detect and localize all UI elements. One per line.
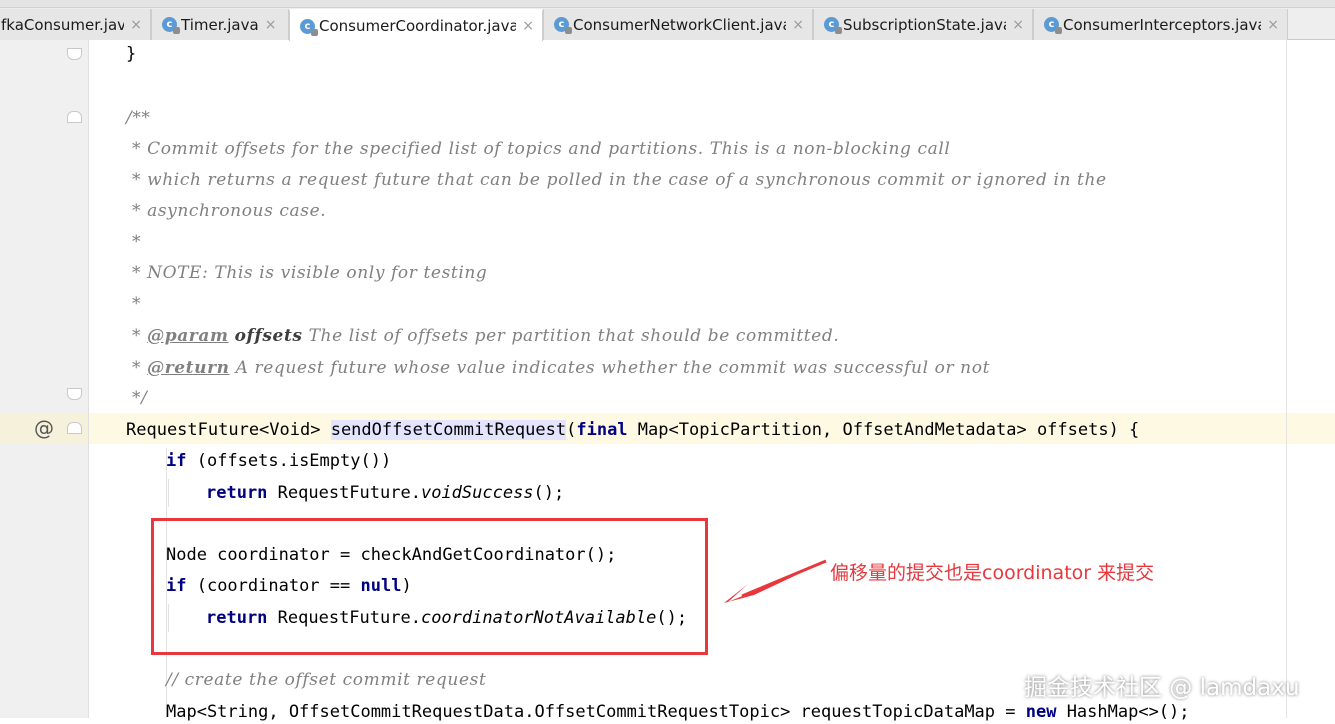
comment-prefix: * — [126, 358, 148, 378]
tab-label: SubscriptionState.java — [843, 15, 1007, 34]
annotation-arrow — [724, 559, 827, 603]
class-icon: c — [554, 17, 572, 34]
method-name[interactable]: sendOffsetCommitRequest — [330, 420, 567, 440]
tab-label: ConsumerCoordinator.java — [319, 17, 517, 35]
tab-consumer-interceptors[interactable]: c ConsumerInterceptors.java × — [1033, 9, 1288, 40]
javadoc-return-tag: @return — [147, 358, 230, 378]
close-icon[interactable]: × — [1012, 17, 1024, 33]
tab-consumer-network-client[interactable]: c ConsumerNetworkClient.java × — [543, 9, 813, 40]
keyword-return: return — [206, 483, 268, 503]
javadoc-param-line: * @param offsets The list of offsets per… — [126, 324, 839, 348]
javadoc-param-tag: @param — [147, 326, 229, 346]
comment-prefix: * — [126, 326, 148, 346]
close-icon[interactable]: × — [792, 17, 804, 33]
class-icon: c — [162, 17, 180, 34]
highlight-box — [151, 518, 708, 655]
lock-icon — [1055, 27, 1062, 34]
tab-label: fkaConsumer.java — [1, 15, 125, 34]
keyword-final: final — [576, 420, 628, 440]
code-closing-brace: } — [126, 44, 137, 64]
fold-start-icon[interactable] — [67, 111, 82, 123]
javadoc-return-line: * @return A request future whose value i… — [126, 356, 990, 380]
constructor-call: HashMap<>(); — [1056, 702, 1190, 722]
tab-bar-top-strip — [0, 0, 1335, 8]
annotation-text: 偏移量的提交也是coordinator 来提交 — [830, 562, 1155, 584]
javadoc-line: * — [126, 294, 142, 314]
javadoc-line: * which returns a request future that ca… — [126, 170, 1107, 190]
if-condition: (offsets.isEmpty()) — [186, 451, 392, 471]
return-statement: return RequestFuture.voidSuccess(); — [206, 481, 564, 505]
javadoc-start: /** — [126, 108, 151, 128]
javadoc-end: */ — [126, 388, 148, 408]
indent-guide — [168, 479, 169, 507]
lock-icon — [311, 28, 318, 36]
return-type: RequestFuture<Void> — [126, 420, 331, 440]
fold-end-icon[interactable] — [67, 48, 82, 60]
tab-consumer-coordinator[interactable]: c ConsumerCoordinator.java × — [289, 9, 543, 41]
class-icon: c — [300, 18, 318, 36]
javadoc-line: * Commit offsets for the specified list … — [126, 139, 951, 159]
class-icon: c — [1044, 17, 1062, 34]
lock-icon — [835, 27, 842, 34]
lock-icon — [173, 27, 180, 34]
tab-label: ConsumerInterceptors.java — [1063, 15, 1262, 34]
keyword-new: new — [1025, 702, 1057, 722]
javadoc-param-name: offsets — [234, 326, 303, 346]
close-icon[interactable]: × — [522, 18, 534, 34]
javadoc-line: * — [126, 232, 142, 252]
javadoc-line: * asynchronous case. — [126, 201, 327, 221]
call-parens: (); — [533, 483, 565, 503]
comment-text: The list of offsets per partition that s… — [302, 326, 840, 346]
close-icon[interactable]: × — [1267, 17, 1279, 33]
parameter-list: Map<TopicPartition, OffsetAndMetadata> o… — [627, 420, 1140, 440]
editor-tab-bar: fkaConsumer.java × c Timer.java × c Cons… — [0, 0, 1335, 41]
tab-kafka-consumer[interactable]: fkaConsumer.java × — [0, 9, 151, 40]
map-declaration: Map<String, OffsetCommitRequestData.Offs… — [166, 700, 1190, 724]
tab-subscription-state[interactable]: c SubscriptionState.java × — [813, 9, 1033, 40]
declaration-text: Map<String, OffsetCommitRequestData.Offs… — [166, 702, 1026, 722]
line-comment: // create the offset commit request — [166, 670, 487, 690]
keyword-if: if — [166, 451, 187, 471]
method-signature: RequestFuture<Void> sendOffsetCommitRequ… — [126, 418, 1139, 442]
editor-gutter — [0, 40, 88, 718]
comment-text: A request future whose value indicates w… — [229, 358, 990, 378]
tab-timer[interactable]: c Timer.java × — [151, 9, 289, 40]
override-marker-icon[interactable]: @ — [34, 416, 54, 440]
tab-label: ConsumerNetworkClient.java — [573, 15, 787, 34]
gutter-divider — [88, 40, 89, 718]
fold-start-icon[interactable] — [67, 422, 82, 434]
if-statement: if (offsets.isEmpty()) — [166, 449, 391, 473]
close-icon[interactable]: × — [130, 17, 142, 33]
close-icon[interactable]: × — [265, 17, 277, 33]
right-margin-guide — [1286, 40, 1287, 718]
static-method-call: voidSuccess — [420, 483, 534, 503]
javadoc-line: * NOTE: This is visible only for testing — [126, 263, 488, 283]
tab-label: Timer.java — [181, 15, 259, 34]
return-expr: RequestFuture. — [267, 483, 421, 503]
fold-end-icon[interactable] — [67, 388, 82, 400]
class-icon: c — [824, 17, 842, 34]
lock-icon — [565, 27, 572, 34]
watermark: 掘金技术社区 @ lamdaxu — [1024, 675, 1300, 701]
paren: ( — [566, 420, 577, 440]
